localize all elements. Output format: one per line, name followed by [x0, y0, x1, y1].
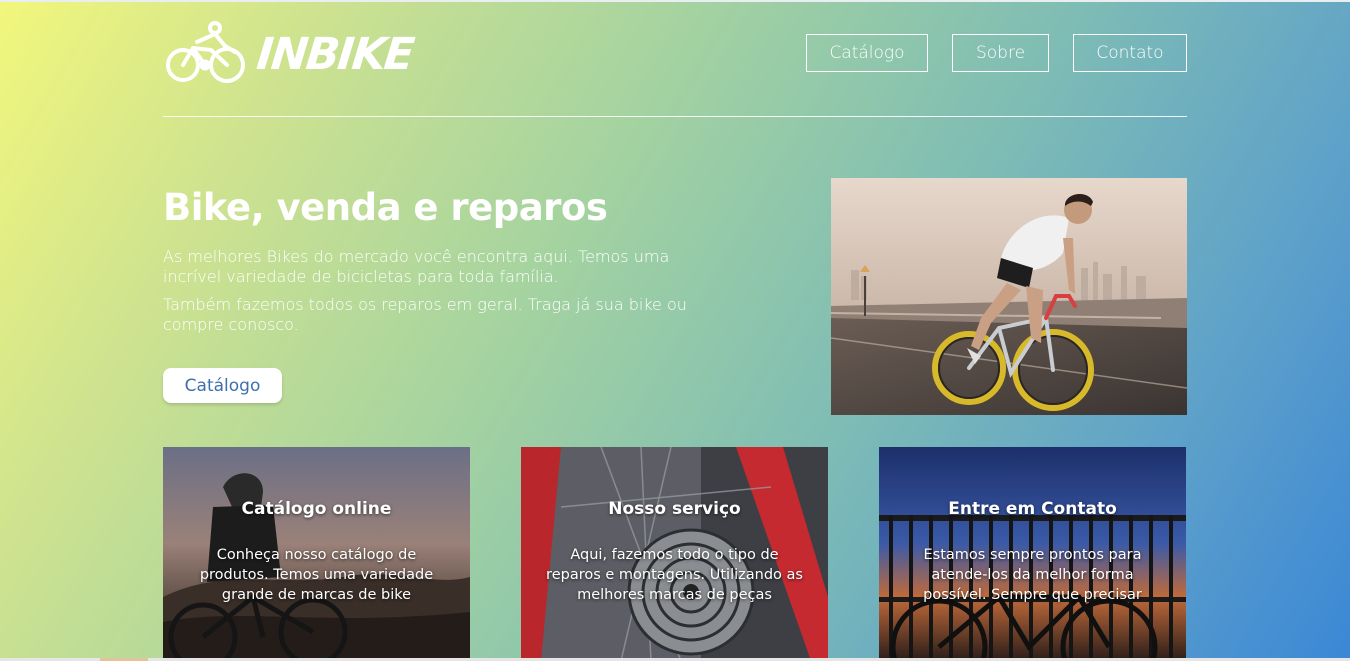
hero-paragraph-2: Também fazemos todos os reparos em geral…: [163, 295, 687, 334]
card-catalogo-text: Conheça nosso catálogo de produtos. Temo…: [199, 547, 434, 603]
card-contato-title: Entre em Contato: [948, 499, 1117, 519]
top-border: [0, 0, 1350, 2]
hero-title: Bike, venda e reparos: [163, 186, 608, 229]
hero-paragraph-1: As melhores Bikes do mercado você encont…: [163, 247, 670, 286]
nav-catalogo-button[interactable]: Catálogo: [806, 34, 928, 72]
hero-catalog-button[interactable]: Catálogo: [163, 368, 282, 403]
card-contato-text: Estamos sempre prontos para atende-los d…: [923, 547, 1142, 603]
card-catalogo-online[interactable]: Catálogo online Conheça nosso catálogo d…: [163, 447, 470, 661]
brand-logo[interactable]: INBIKE: [163, 20, 415, 84]
card-entre-em-contato[interactable]: Entre em Contato Estamos sempre prontos …: [879, 447, 1186, 661]
nav-sobre-button[interactable]: Sobre: [952, 34, 1049, 72]
cyclist-logo-icon: [166, 21, 245, 83]
card-servico-title: Nosso serviço: [608, 499, 741, 519]
header-divider: [163, 116, 1187, 117]
card-catalogo-title: Catálogo online: [241, 499, 392, 519]
card-servico-text: Aqui, fazemos todo o tipo de reparos e m…: [546, 547, 803, 603]
card-nosso-servico[interactable]: Nosso serviço Aqui, fazemos todo o tipo …: [521, 447, 828, 661]
brand-name: INBIKE: [254, 29, 415, 80]
hero-cyclist-photo: [831, 178, 1187, 415]
nav-contato-button[interactable]: Contato: [1073, 34, 1187, 72]
